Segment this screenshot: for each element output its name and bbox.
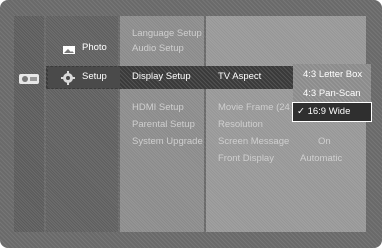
setup-menu-item-hdmi[interactable]: HDMI Setup (132, 102, 184, 114)
aspect-option-wide[interactable]: ✓ 16:9 Wide (292, 102, 372, 122)
setup-menu-item-upgrade[interactable]: System Upgrade (132, 136, 203, 148)
front-display-value: Automatic (300, 153, 343, 164)
setup-menu-item-display[interactable]: Display Setup (132, 71, 191, 83)
resolution-option[interactable]: Resolution (218, 119, 263, 131)
front-display-option[interactable]: Front Display (218, 153, 274, 165)
screen-message-option[interactable]: Screen Message (218, 136, 289, 148)
icon-column (14, 16, 44, 232)
screen-message-value: On (318, 136, 331, 147)
tv-aspect-popup: 4:3 Letter Box 4:3 Pan-Scan ✓ 16:9 Wide (292, 64, 372, 122)
setup-gear-icon (60, 70, 76, 86)
setup-menu-item-audio[interactable]: Audio Setup (132, 43, 184, 55)
setup-nav-item[interactable]: Setup (82, 71, 107, 83)
setup-screen: Photo Setup Language Setup Audio Setup D… (0, 0, 382, 248)
setup-menu-item-language[interactable]: Language Setup (132, 28, 202, 40)
photo-icon (62, 42, 76, 54)
photo-nav-item[interactable]: Photo (82, 42, 107, 54)
disc-player-icon (17, 70, 41, 88)
setup-menu-item-parental[interactable]: Parental Setup (132, 119, 195, 131)
aspect-option-panscan[interactable]: 4:3 Pan-Scan (293, 85, 381, 103)
aspect-option-letterbox[interactable]: 4:3 Letter Box (293, 66, 381, 84)
tv-aspect-option[interactable]: TV Aspect (218, 71, 261, 83)
